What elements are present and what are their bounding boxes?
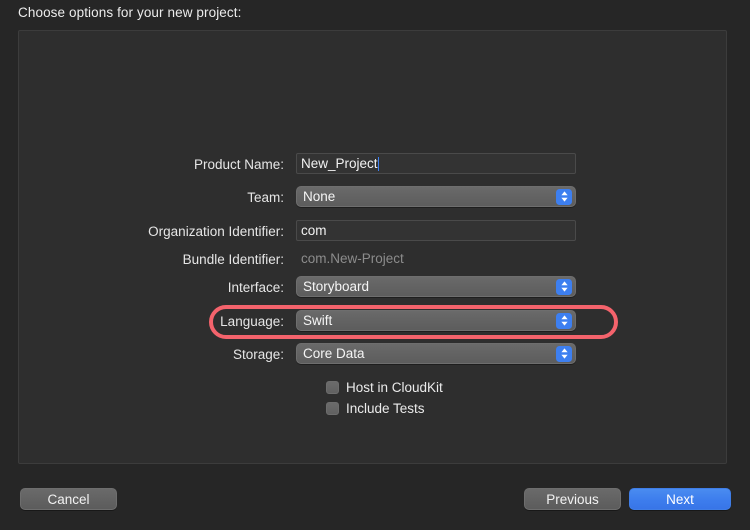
organization-identifier-input[interactable]: com — [296, 220, 576, 241]
field-area-interface: Storyboard — [296, 276, 576, 298]
bundle-identifier-value: com.New-Project — [301, 251, 404, 266]
chevron-up-down-icon — [556, 345, 572, 362]
label-product-name: Product Name: — [193, 156, 284, 172]
interface-selected-value: Storyboard — [303, 279, 370, 294]
checkbox-box-icon — [326, 380, 339, 394]
form-row-product-name: Product Name: New_Project — [19, 153, 576, 175]
page-title: Choose options for your new project: — [18, 5, 242, 20]
language-select[interactable]: Swift — [296, 310, 576, 331]
label-interface: Interface: — [227, 279, 284, 295]
product-name-input[interactable]: New_Project — [296, 153, 576, 174]
label-organization-identifier: Organization Identifier: — [148, 223, 284, 239]
label-team: Team: — [247, 189, 284, 205]
checkbox-include-tests[interactable]: Include Tests — [326, 398, 425, 418]
label-language: Language: — [220, 313, 284, 329]
team-selected-value: None — [303, 189, 336, 204]
label-storage: Storage: — [232, 346, 284, 362]
form-row-bundle-identifier: Bundle Identifier: com.New-Project — [19, 248, 576, 270]
organization-identifier-value: com — [301, 223, 327, 238]
form-row-storage: Storage: Core Data — [19, 343, 576, 365]
field-area-team: None — [296, 186, 576, 208]
field-area-language: Swift — [296, 310, 576, 332]
form-row-interface: Interface: Storyboard — [19, 276, 576, 298]
checkbox-label-host-in-cloudkit: Host in CloudKit — [346, 379, 443, 395]
product-name-value: New_Project — [301, 156, 378, 171]
chevron-up-down-icon — [556, 312, 572, 329]
form-row-organization-identifier: Organization Identifier: com — [19, 220, 576, 242]
checkbox-host-in-cloudkit[interactable]: Host in CloudKit — [326, 377, 443, 397]
language-selected-value: Swift — [303, 313, 333, 328]
label-bundle-identifier: Bundle Identifier: — [182, 251, 284, 267]
field-area-organization-identifier: com — [296, 220, 576, 242]
field-area-product-name: New_Project — [296, 153, 576, 175]
chevron-up-down-icon — [556, 278, 572, 295]
field-area-bundle-identifier: com.New-Project — [296, 248, 576, 270]
team-select[interactable]: None — [296, 186, 576, 207]
cancel-button[interactable]: Cancel — [20, 488, 117, 510]
checkbox-box-icon — [326, 401, 339, 415]
options-panel: Product Name: New_Project Team: None Org… — [18, 30, 727, 464]
next-button[interactable]: Next — [629, 488, 731, 510]
checkbox-label-include-tests: Include Tests — [346, 400, 425, 416]
field-area-storage: Core Data — [296, 343, 576, 365]
chevron-up-down-icon — [556, 188, 572, 205]
interface-select[interactable]: Storyboard — [296, 276, 576, 297]
form-row-team: Team: None — [19, 186, 576, 208]
previous-button[interactable]: Previous — [524, 488, 621, 510]
text-caret — [377, 156, 380, 171]
storage-selected-value: Core Data — [303, 346, 365, 361]
form-row-language: Language: Swift — [19, 310, 576, 332]
storage-select[interactable]: Core Data — [296, 343, 576, 364]
